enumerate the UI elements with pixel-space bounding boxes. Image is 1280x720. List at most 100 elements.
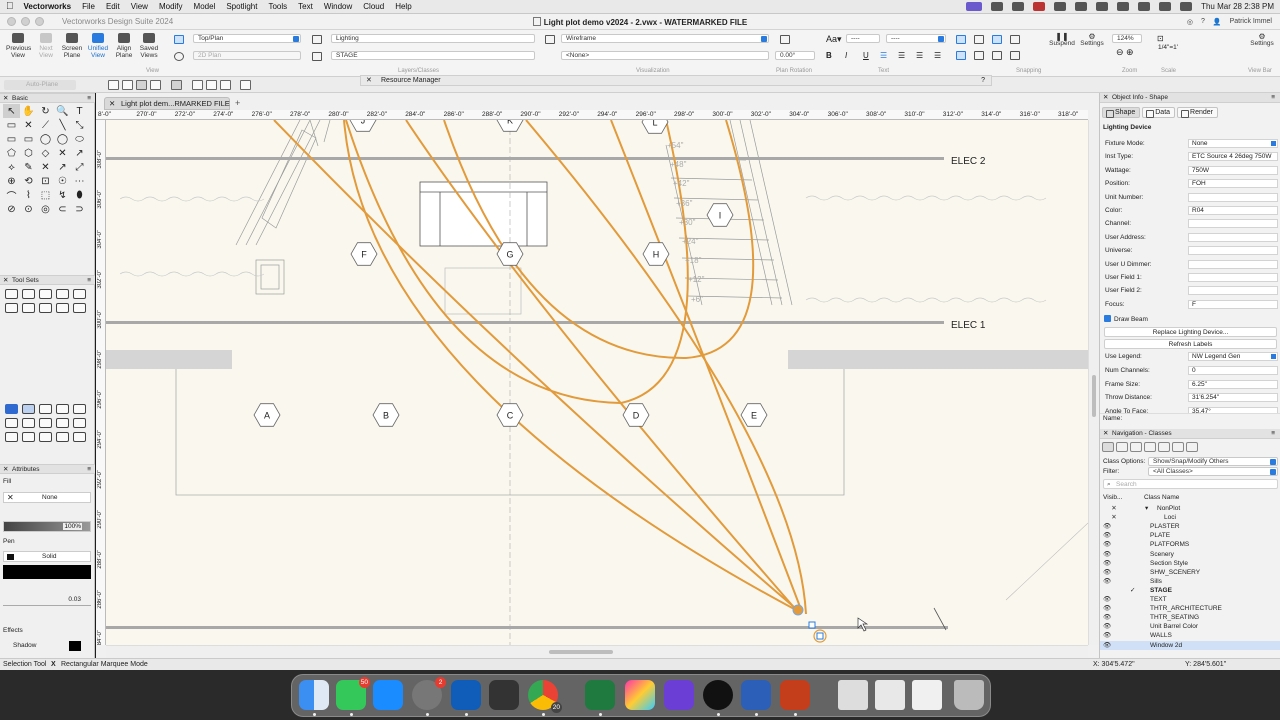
- vertical-scrollbar[interactable]: [1088, 120, 1099, 645]
- selected-fixture[interactable]: [792, 604, 827, 643]
- suspend-button[interactable]: ❚❚ Suspend: [1047, 33, 1077, 48]
- recent-window-thumbnail[interactable]: [838, 680, 868, 710]
- toolset-icon[interactable]: [73, 404, 86, 414]
- document-tab[interactable]: ✕ Light plot dem...RMARKED FILE: [104, 97, 230, 110]
- close-window-button[interactable]: [7, 17, 16, 26]
- field-value[interactable]: [1188, 259, 1278, 269]
- field-value[interactable]: [1188, 286, 1278, 296]
- toolset-icon[interactable]: [39, 303, 52, 313]
- share-icon[interactable]: ◎: [1187, 18, 1193, 26]
- zoom-window-button[interactable]: [35, 17, 44, 26]
- visible-icon[interactable]: 👁: [1103, 631, 1111, 640]
- toolsets-palette-header[interactable]: ✕ Tool Sets ≡: [0, 275, 95, 285]
- visible-icon[interactable]: 👁: [1103, 559, 1111, 568]
- outlook-icon[interactable]: [451, 680, 481, 710]
- basic-tool-icon[interactable]: ⊙: [20, 202, 37, 216]
- lasso-mode-button[interactable]: [206, 80, 217, 90]
- control-center-icon[interactable]: [1180, 2, 1193, 11]
- field-value[interactable]: [1188, 219, 1278, 229]
- class-row[interactable]: 👁 PLASTER: [1100, 522, 1280, 531]
- screen-plane-button[interactable]: Screen Plane: [60, 33, 84, 59]
- toolset-icon[interactable]: [39, 432, 52, 442]
- basic-tool-icon[interactable]: ⬠: [3, 146, 20, 160]
- fixture-body[interactable]: [792, 604, 804, 616]
- basic-tool-icon[interactable]: ⬚: [37, 188, 54, 202]
- field-value[interactable]: FOH: [1188, 179, 1278, 189]
- class-row[interactable]: 👁 PLATFORMS: [1100, 540, 1280, 549]
- line-weight-field[interactable]: 0.03: [3, 596, 91, 606]
- zoom-out-icon[interactable]: ⊖ ⊕: [1116, 47, 1134, 58]
- basic-tool-icon[interactable]: ⬭: [71, 132, 88, 146]
- nav-classes-icon[interactable]: [1102, 442, 1114, 452]
- basic-tool-icon[interactable]: ⊕: [3, 174, 20, 188]
- class-row[interactable]: ✕ Loci: [1100, 513, 1280, 522]
- toolset-icon[interactable]: [39, 418, 52, 428]
- field-value[interactable]: 31'6.254": [1188, 393, 1278, 403]
- horizontal-scrollbar[interactable]: [106, 645, 1088, 658]
- resource-manager-bar[interactable]: ✕ Resource Manager ?: [360, 75, 992, 86]
- class-row[interactable]: 👁 THTR_ARCHITECTURE: [1100, 604, 1280, 613]
- field-value[interactable]: None: [1188, 139, 1278, 148]
- class-row[interactable]: 👁 WALLS: [1100, 631, 1280, 640]
- focus-point-marker[interactable]: I: [706, 203, 734, 227]
- horizontal-scroll-thumb[interactable]: [549, 650, 613, 654]
- close-icon[interactable]: ✕: [1103, 93, 1108, 102]
- focus-point-marker[interactable]: A: [253, 403, 281, 427]
- basic-tool-icon[interactable]: ⊂: [54, 202, 71, 216]
- nav-layers-icon[interactable]: [1116, 442, 1128, 452]
- visible-icon[interactable]: 👁: [1103, 550, 1111, 559]
- basic-tool-icon[interactable]: ⊘: [3, 202, 20, 216]
- active-layer-select[interactable]: STAGE: [331, 51, 535, 60]
- menu-file[interactable]: File: [82, 2, 95, 11]
- snap-grid-icon[interactable]: [956, 35, 966, 44]
- class-row[interactable]: 👁 Unit Barrel Color: [1100, 622, 1280, 631]
- chrome-icon[interactable]: 20: [528, 680, 562, 713]
- class-row[interactable]: 👁 Section Style: [1100, 559, 1280, 568]
- field-value[interactable]: 6.25": [1188, 379, 1278, 389]
- attributes-palette-header[interactable]: ✕ Attributes ≡: [0, 464, 95, 474]
- menu-cloud[interactable]: Cloud: [363, 2, 384, 11]
- snap-points-icon[interactable]: [974, 35, 984, 44]
- toolset-icon[interactable]: [5, 418, 18, 428]
- palette-menu-icon[interactable]: ≡: [87, 94, 91, 103]
- basic-tool-icon[interactable]: ⌒: [3, 188, 20, 203]
- field-value[interactable]: [1188, 273, 1278, 282]
- shadow-color-swatch[interactable]: [69, 641, 81, 651]
- basic-tool-icon[interactable]: ↯: [54, 188, 71, 202]
- basic-palette-header[interactable]: ✕ Basic ≡: [0, 93, 95, 103]
- basic-tool-icon[interactable]: ↗: [54, 160, 71, 174]
- toolset-icon[interactable]: [73, 432, 86, 442]
- toolset-icon[interactable]: [5, 432, 18, 442]
- disclosure-triangle-icon[interactable]: ▾: [1145, 504, 1148, 513]
- video-editor-icon[interactable]: [664, 680, 694, 710]
- fill-style-select[interactable]: ✕ None: [3, 492, 91, 503]
- filter-select[interactable]: <All Classes>: [1148, 467, 1278, 476]
- basic-tool-icon[interactable]: ⟡: [3, 160, 20, 174]
- snap-object-icon[interactable]: [992, 35, 1002, 44]
- basic-tool-icon[interactable]: ⬮: [71, 188, 88, 202]
- field-value[interactable]: [1188, 232, 1278, 242]
- visible-icon[interactable]: 👁: [1103, 522, 1111, 531]
- toolset-icon[interactable]: [56, 432, 69, 442]
- nav-objects-icon[interactable]: [1186, 442, 1198, 452]
- basic-tool-icon[interactable]: T: [71, 104, 88, 118]
- field-value[interactable]: 0: [1188, 365, 1278, 375]
- class-search-input[interactable]: ⌕ Search: [1103, 479, 1278, 489]
- class-row[interactable]: 👁 THTR_SEATING: [1100, 613, 1280, 622]
- close-icon[interactable]: ✕: [1103, 429, 1108, 438]
- hidden-icon[interactable]: ✕: [1110, 504, 1118, 513]
- tab-data[interactable]: Data: [1142, 107, 1176, 118]
- visible-icon[interactable]: 👁: [1103, 604, 1111, 613]
- previous-view-button[interactable]: Previous View: [6, 33, 31, 59]
- fill-opacity-bar[interactable]: 100%: [3, 521, 91, 532]
- basic-tool-icon[interactable]: ✕: [37, 160, 54, 174]
- vectorworks-icon[interactable]: [703, 680, 733, 710]
- name-field[interactable]: Name:: [1100, 413, 1280, 423]
- recent-window-thumbnail[interactable]: [912, 680, 942, 710]
- basic-tool-icon[interactable]: ⊡: [37, 174, 54, 188]
- vertical-ruler[interactable]: 308'-0" 306'-0" 304'-0" 302'-0" 300'-0" 298'-…: [96, 120, 106, 645]
- menu-spotlight[interactable]: Spotlight: [226, 2, 257, 11]
- snap-angle-icon[interactable]: [1010, 35, 1020, 44]
- focus-handle[interactable]: [816, 632, 824, 640]
- visible-icon[interactable]: 👁: [1103, 613, 1111, 622]
